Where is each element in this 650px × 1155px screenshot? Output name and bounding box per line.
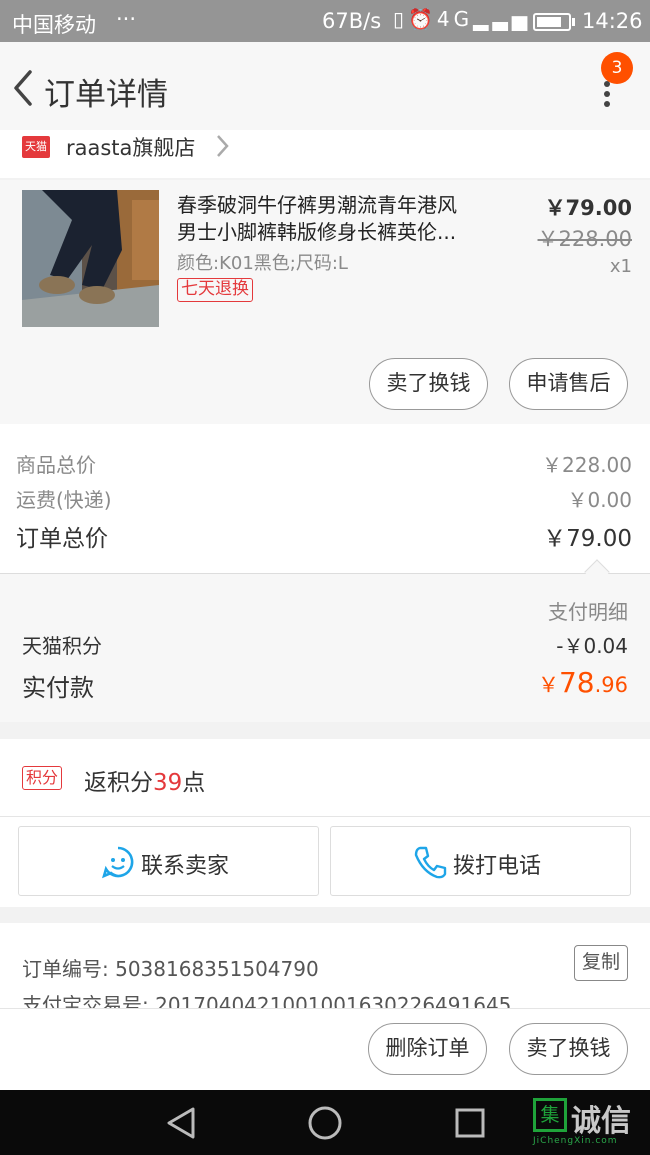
network-type: 4G [436,7,474,31]
call-label: 拨打电话 [453,854,542,879]
watermark-text: 诚信 [571,1104,631,1139]
points-reward-text: 返积分39点 [84,770,206,796]
status-bar: 中国移动 ··· 67B/s ▯⏰4G▂▃▅ 14:26 [0,0,650,42]
product-card: 春季破洞牛仔裤男潮流青年港风 男士小脚裤韩版修身长裤英伦... 颜色:K01黑色… [0,180,650,424]
status-icons: ▯⏰4G▂▃▅ [393,7,531,31]
page-title: 订单详情 [44,77,168,113]
alipay-transaction-number: 支付宝交易号: 2017040421001001630226491645 [22,993,512,1008]
price-summary: 商品总价 ￥228.00 运费(快递) ￥0.00 订单总价 ￥79.00 [0,424,650,574]
chevron-right-icon [217,135,229,157]
payment-detail: 支付明细 天猫积分 -￥0.04 实付款 ￥78.96 [0,559,650,722]
shipping-label: 运费(快递) [16,488,112,512]
contact-seller-button[interactable]: 联系卖家 [18,826,319,896]
watermark-logo: 集 诚信 JiChengXin.com [533,1096,645,1152]
nav-home-icon[interactable] [307,1105,343,1141]
paid-amount-label: 实付款 [22,674,94,702]
back-icon[interactable] [8,68,42,108]
network-speed: 67B/s [322,9,382,33]
contact-seller-label: 联系卖家 [141,854,230,879]
order-info: 订单编号: 5038168351504790 支付宝交易号: 201704042… [0,923,650,1008]
notification-badge: 3 [601,52,633,84]
shop-name[interactable]: raasta旗舰店 [66,132,195,162]
call-button[interactable]: 拨打电话 [330,826,631,896]
header: 订单详情 3 [0,42,650,130]
order-total-label: 订单总价 [16,526,108,552]
goods-total-value: ￥228.00 [542,453,632,477]
delete-order-button[interactable]: 删除订单 [368,1023,487,1075]
payment-detail-title: 支付明细 [548,600,628,624]
watermark-mark: 集 [533,1098,567,1132]
order-number: 订单编号: 5038168351504790 [22,957,319,981]
shipping-value: ￥0.00 [567,488,632,512]
return-policy-badge: 七天退换 [177,278,253,302]
goods-total-label: 商品总价 [16,453,96,477]
clock: 14:26 [582,9,643,33]
points-badge: 积分 [22,766,63,790]
contact-row: 联系卖家 拨打电话 [0,817,650,907]
shop-row[interactable]: 天猫 raasta旗舰店 [0,130,650,178]
product-original-price: ￥228.00 [537,227,632,251]
signal-icon: ▂▃▅ [473,7,532,31]
sell-button[interactable]: 卖了换钱 [369,358,488,410]
paid-amount-value: ￥78.96 [537,666,628,699]
product-attributes: 颜色:K01黑色;尺码:L [177,253,348,274]
order-total-value: ￥79.00 [543,526,632,552]
product-title-line: 男士小脚裤韩版修身长裤英伦... [177,220,457,244]
product-title-line: 春季破洞牛仔裤男潮流青年港风 [177,193,457,217]
tmall-logo: 天猫 [22,136,50,158]
product-image[interactable] [22,190,159,327]
vibrate-icon: ▯ [393,7,409,31]
chat-icon [101,846,134,879]
sell-button[interactable]: 卖了换钱 [509,1023,628,1075]
after-sale-button[interactable]: 申请售后 [509,358,628,410]
nav-recent-apps-icon[interactable] [455,1108,485,1138]
phone-icon [414,846,447,879]
tmall-points-value: -￥0.04 [556,634,628,658]
carrier-name: 中国移动 [12,13,96,37]
bottom-action-bar: 删除订单 卖了换钱 [0,1008,650,1090]
more-notifications-indicator: ··· [116,7,137,31]
nav-back-icon[interactable] [165,1106,197,1140]
battery-icon [533,13,571,31]
tmall-points-label: 天猫积分 [22,634,102,658]
system-nav-bar: 集 诚信 JiChengXin.com [0,1090,650,1155]
product-quantity: x1 [609,256,632,277]
watermark-url: JiChengXin.com [533,1136,618,1146]
product-price: ￥79.00 [544,196,632,220]
copy-button[interactable]: 复制 [574,945,628,981]
product-title[interactable]: 春季破洞牛仔裤男潮流青年港风 男士小脚裤韩版修身长裤英伦... [177,192,497,246]
alarm-icon: ⏰ [408,7,437,31]
points-reward: 积分 返积分39点 [0,739,650,817]
